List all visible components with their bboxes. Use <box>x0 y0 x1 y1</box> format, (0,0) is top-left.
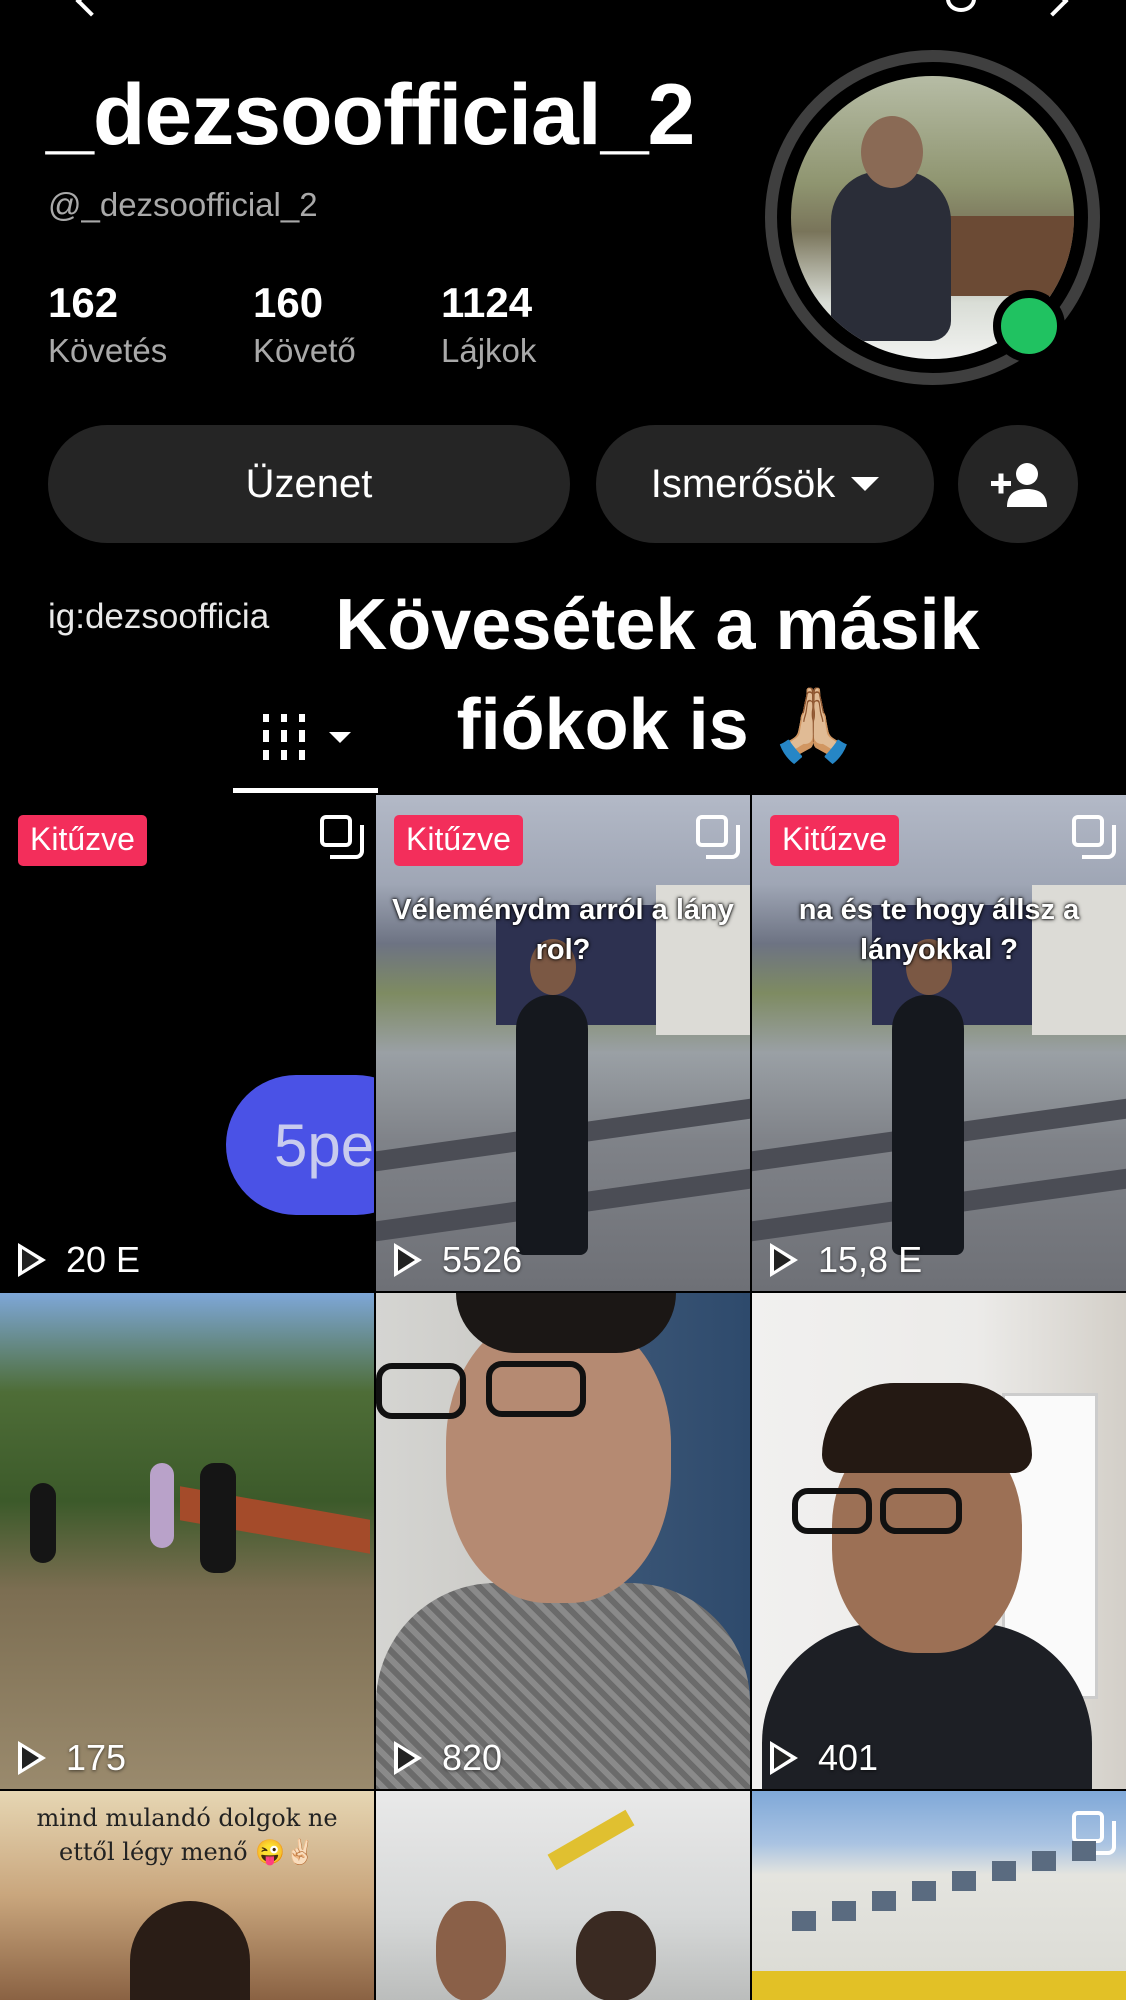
video-tile[interactable]: Kitűzve Véleménydm arról a lány rol? 552… <box>376 795 750 1291</box>
profile-handle: @_dezsoofficial_2 <box>48 186 318 223</box>
pinned-badge: Kitűzve <box>770 815 899 866</box>
video-tile[interactable]: 820 <box>376 1293 750 1789</box>
back-icon[interactable] <box>75 0 107 17</box>
view-count: 20 E <box>18 1239 140 1281</box>
view-count: 15,8 E <box>770 1239 922 1281</box>
profile-bio: ig:dezsoofficia <box>48 597 270 636</box>
bell-icon[interactable] <box>946 0 976 12</box>
caret-down-icon <box>329 732 351 743</box>
video-tile[interactable]: 175 <box>0 1293 374 1789</box>
view-count: 5526 <box>394 1239 522 1281</box>
pinned-badge: Kitűzve <box>394 815 523 866</box>
multi-clip-icon <box>1072 815 1116 859</box>
add-friend-button[interactable] <box>958 425 1078 543</box>
video-caption: Véleménydm arról a lány rol? <box>392 894 734 966</box>
add-user-icon <box>991 463 1047 507</box>
overlay-text: Kövesétek a másik fiókok is 🙏🏼 <box>290 575 1025 775</box>
stat-following-label: Követés <box>48 332 168 369</box>
stat-followers[interactable]: 160 Követő <box>253 282 356 370</box>
view-count-value: 5526 <box>442 1239 523 1280</box>
overlay-line-1: Kövesétek a másik <box>335 585 980 665</box>
multi-clip-icon <box>1072 1811 1116 1855</box>
stat-likes-count: 1124 <box>441 279 533 326</box>
play-icon <box>18 1741 46 1775</box>
view-count-value: 15,8 E <box>818 1239 923 1280</box>
online-status-dot <box>993 290 1065 362</box>
view-count-value: 20 E <box>66 1239 141 1280</box>
message-button-label: Üzenet <box>245 461 373 506</box>
view-count: 401 <box>770 1737 878 1779</box>
stat-following-count: 162 <box>48 279 119 326</box>
friends-button-label: Ismerősök <box>650 461 836 506</box>
stat-likes[interactable]: 1124 Lájkok <box>441 282 536 370</box>
play-icon <box>18 1243 46 1277</box>
tab-active-indicator <box>233 788 378 793</box>
view-count: 175 <box>18 1737 126 1779</box>
stat-followers-label: Követő <box>253 332 356 369</box>
view-count-value: 175 <box>66 1737 127 1778</box>
video-tile[interactable]: 5pe Kitűzve 20 E <box>0 795 374 1291</box>
share-icon[interactable] <box>1037 0 1069 17</box>
video-tile[interactable]: mind mulandó dolgok ne ettől légy menő 😜… <box>0 1791 374 2000</box>
video-tile[interactable]: 401 <box>752 1293 1126 1789</box>
stat-followers-count: 160 <box>253 279 324 326</box>
friends-button[interactable]: Ismerősök <box>596 425 934 543</box>
profile-username: _dezsoofficial_2 <box>46 67 695 163</box>
videos-tab[interactable] <box>233 700 353 790</box>
play-icon <box>770 1741 798 1775</box>
video-inner-text: 5pe <box>226 1075 374 1215</box>
video-tile[interactable]: Kitűzve na és te hogy állsz a lányokkal … <box>752 795 1126 1291</box>
multi-clip-icon <box>696 815 740 859</box>
play-icon <box>394 1243 422 1277</box>
pinned-badge: Kitűzve <box>18 815 147 866</box>
message-button[interactable]: Üzenet <box>48 425 570 543</box>
top-nav-partial <box>0 0 1126 17</box>
play-icon <box>394 1741 422 1775</box>
video-tile[interactable] <box>752 1791 1126 2000</box>
view-count-value: 820 <box>442 1737 503 1778</box>
stat-following[interactable]: 162 Követés <box>48 282 167 370</box>
multi-clip-icon <box>320 815 364 859</box>
view-count-value: 401 <box>818 1737 879 1778</box>
overlay-line-2: fiókok is 🙏🏼 <box>456 685 859 765</box>
video-tile[interactable] <box>376 1791 750 2000</box>
video-caption: na és te hogy állsz a lányokkal ? <box>798 894 1080 966</box>
view-count: 820 <box>394 1737 502 1779</box>
video-caption: mind mulandó dolgok ne ettől légy menő 😜… <box>36 1804 338 1866</box>
stat-likes-label: Lájkok <box>441 332 537 369</box>
play-icon <box>770 1243 798 1277</box>
caret-down-icon <box>851 477 880 491</box>
